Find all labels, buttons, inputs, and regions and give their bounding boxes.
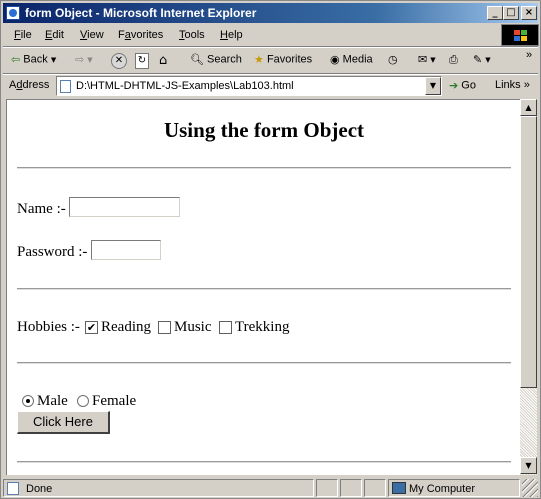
horizontal-rule: [17, 461, 511, 463]
windows-logo-throbber: [501, 24, 539, 46]
menu-view[interactable]: View: [80, 29, 104, 41]
chevron-down-icon: ▼: [50, 55, 57, 64]
media-icon: ◉: [330, 53, 340, 66]
toolbar-overflow[interactable]: »: [526, 49, 532, 61]
password-label: Password :-: [17, 244, 88, 260]
chevron-down-icon: ▼: [430, 55, 436, 64]
go-button[interactable]: ➔ Go: [449, 79, 476, 92]
gender-female-label: Female: [92, 393, 137, 409]
status-text: Done: [26, 483, 53, 495]
gender-female-radio[interactable]: [77, 395, 89, 407]
search-icon: 🔍︎: [190, 53, 204, 66]
browser-window: form Object - Microsoft Internet Explore…: [0, 0, 541, 499]
menu-tools[interactable]: Tools: [179, 29, 205, 41]
favorites-button[interactable]: ★ Favorites: [254, 53, 312, 66]
search-button[interactable]: 🔍︎ Search: [190, 53, 242, 66]
title-bar[interactable]: form Object - Microsoft Internet Explore…: [3, 3, 538, 23]
mail-button[interactable]: ✉ ▼: [418, 53, 436, 66]
password-input[interactable]: [91, 240, 161, 260]
horizontal-rule: [17, 288, 511, 290]
hobby-reading-checkbox[interactable]: ✔: [85, 321, 98, 334]
status-panel: [364, 479, 386, 497]
go-arrow-icon: ➔: [449, 79, 459, 92]
computer-icon: [392, 482, 406, 494]
horizontal-rule: [17, 362, 511, 364]
back-arrow-icon: ⇦: [11, 53, 21, 66]
scrollbar-thumb[interactable]: [520, 116, 537, 388]
print-icon: ⎙: [449, 53, 458, 66]
status-panel: [340, 479, 362, 497]
horizontal-rule: [17, 167, 511, 169]
scroll-down-button[interactable]: ▼: [520, 457, 537, 474]
history-button[interactable]: ◷: [388, 53, 398, 66]
menu-edit[interactable]: Edit: [45, 29, 64, 41]
windows-logo-icon: [514, 30, 528, 42]
maximize-button[interactable]: □: [503, 6, 519, 20]
address-dropdown-button[interactable]: ▼: [425, 77, 441, 95]
standard-toolbar: ⇦ Back ▼ ⇨ ▼ ✕ ↻ ⌂ 🔍︎ Search ★ Favorites…: [3, 48, 538, 74]
gender-male-radio[interactable]: [22, 395, 34, 407]
address-label: Address: [9, 79, 50, 91]
menu-favorites[interactable]: Favorites: [118, 29, 163, 41]
hobby-reading-label: Reading: [101, 319, 151, 335]
resize-grip[interactable]: [522, 479, 538, 497]
minimize-button[interactable]: _: [487, 6, 503, 20]
mail-icon: ✉: [418, 53, 428, 66]
menu-file[interactable]: File: [14, 29, 32, 41]
status-panel: [316, 479, 338, 497]
forward-button[interactable]: ⇨ ▼: [75, 53, 93, 66]
status-zone-panel: My Computer: [388, 479, 520, 497]
chevron-down-icon: ▼: [485, 55, 491, 64]
forward-arrow-icon: ⇨: [75, 53, 85, 66]
refresh-icon: ↻: [135, 53, 149, 69]
hobbies-label: Hobbies :-: [17, 319, 80, 335]
links-button[interactable]: Links »: [495, 79, 530, 91]
status-zone: My Computer: [409, 483, 476, 495]
status-bar: Done My Computer: [3, 477, 538, 498]
address-bar: Address D:\HTML-DHTML-JS-Examples\Lab103…: [3, 75, 538, 97]
name-label: Name :-: [17, 201, 66, 217]
home-icon: ⌂: [159, 53, 168, 68]
hobby-trekking-label: Trekking: [235, 319, 290, 335]
click-here-button[interactable]: Click Here: [17, 411, 110, 434]
stop-icon: ✕: [111, 53, 127, 69]
refresh-button[interactable]: ↻: [135, 53, 149, 69]
window-title: form Object - Microsoft Internet Explore…: [25, 6, 257, 20]
chevron-down-icon: ▼: [87, 55, 93, 64]
print-button[interactable]: ⎙: [449, 53, 458, 67]
stop-button[interactable]: ✕: [111, 53, 127, 69]
ie-page-icon: [6, 6, 20, 20]
gender-male-label: Male: [37, 393, 68, 409]
home-button[interactable]: ⌂: [159, 53, 167, 68]
address-url: D:\HTML-DHTML-JS-Examples\Lab103.html: [76, 80, 294, 92]
document-icon: [60, 80, 71, 93]
history-icon: ◷: [388, 53, 398, 66]
name-input[interactable]: [69, 197, 180, 217]
page-done-icon: [7, 482, 19, 495]
scroll-up-button[interactable]: ▲: [520, 99, 537, 116]
page-heading: Using the form Object: [163, 118, 365, 142]
close-button[interactable]: ×: [521, 6, 537, 20]
favorites-star-icon: ★: [254, 53, 264, 66]
web-content: Using the form Object Name :- Password :…: [6, 99, 520, 475]
back-button[interactable]: ⇦ Back ▼: [11, 53, 56, 66]
hobby-music-label: Music: [174, 319, 212, 335]
edit-icon: ✎: [473, 53, 483, 66]
hobby-music-checkbox[interactable]: [158, 321, 171, 334]
menu-bar: File Edit View Favorites Tools Help: [3, 24, 500, 46]
edit-button[interactable]: ✎ ▼: [473, 53, 491, 66]
hobby-trekking-checkbox[interactable]: [219, 321, 232, 334]
status-panel-main: Done: [3, 479, 314, 497]
media-button[interactable]: ◉ Media: [330, 53, 373, 66]
address-input[interactable]: D:\HTML-DHTML-JS-Examples\Lab103.html ▼: [56, 76, 442, 96]
menu-help[interactable]: Help: [220, 29, 243, 41]
vertical-scrollbar[interactable]: ▲ ▼: [520, 99, 537, 475]
